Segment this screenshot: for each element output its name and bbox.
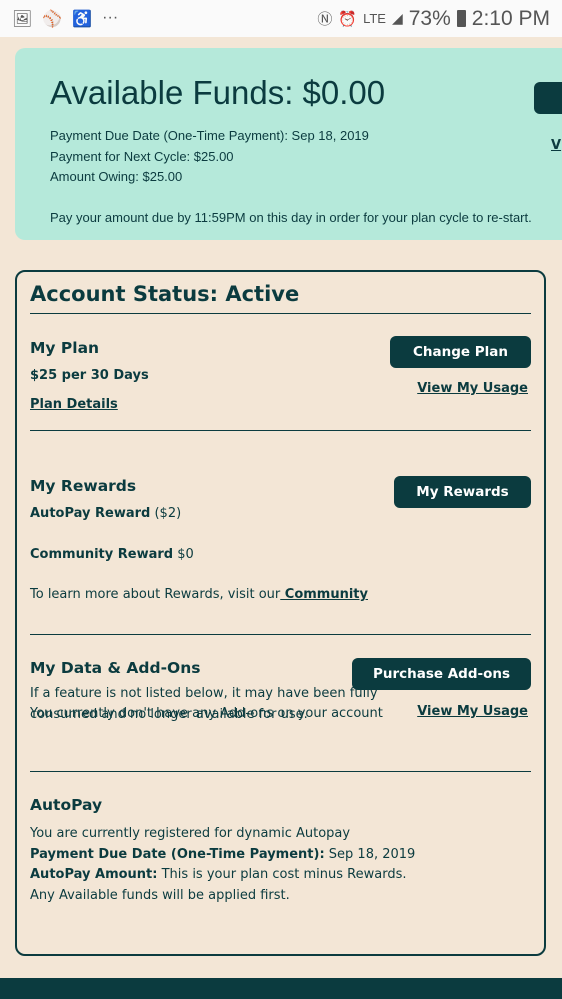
autopay-reward-label: AutoPay Reward <box>30 506 151 521</box>
autopay-section: AutoPay You are currently registered for… <box>30 772 531 906</box>
rewards-info-text: To learn more about Rewards, visit our <box>30 587 281 602</box>
autopay-funds-note: Any Available funds will be applied firs… <box>30 887 290 903</box>
community-reward-value: $0 <box>173 546 194 562</box>
rewards-section: My Rewards AutoPay Reward ($2) Community… <box>30 431 531 635</box>
ball-icon: ⚾ <box>42 10 63 28</box>
plan-details-link[interactable]: Plan Details <box>30 395 531 416</box>
amount-owing: Amount Owing: $25.00 <box>50 169 183 184</box>
my-rewards-button[interactable]: My Rewards <box>394 476 531 508</box>
clock: 2:10 PM <box>471 6 550 30</box>
change-plan-button[interactable]: Change Plan <box>390 336 531 368</box>
footer-bar <box>0 978 562 999</box>
payment-note: Pay your amount due by 11:59PM on this d… <box>50 209 532 225</box>
community-reward: Community Reward $0 <box>30 545 531 566</box>
more-icon: ··· <box>102 8 119 26</box>
funds-link[interactable]: V <box>551 138 561 153</box>
status-bar: 🖼 ⚾ ♿ ··· Ⓝ ⏰ LTE ◢ 73% 2:10 PM <box>0 0 562 37</box>
autopay-due-label: Payment Due Date (One-Time Payment): <box>30 846 325 862</box>
view-usage-link-addons[interactable]: View My Usage <box>417 704 528 719</box>
purchase-addons-button[interactable]: Purchase Add-ons <box>352 658 531 690</box>
account-status-card: Account Status: Active My Plan $25 per 3… <box>15 270 546 956</box>
battery-icon <box>456 10 466 27</box>
addons-section: My Data & Add-Ons If a feature is not li… <box>30 635 531 772</box>
community-reward-label: Community Reward <box>30 546 174 562</box>
signal-icon: ◢ <box>391 10 403 26</box>
funds-title: Available Funds: $0.00 <box>50 74 386 111</box>
due-date: Payment Due Date (One-Time Payment): Sep… <box>50 128 369 143</box>
pay-button[interactable] <box>534 82 562 114</box>
no-addons-text: You currently don't have any Add-ons on … <box>30 706 383 721</box>
autopay-due: Payment Due Date (One-Time Payment): Sep… <box>30 845 531 866</box>
alarm-icon: ⏰ <box>338 10 358 28</box>
autopay-amount-value: This is your plan cost minus Rewards. <box>157 867 407 882</box>
next-cycle: Payment for Next Cycle: $25.00 <box>50 148 234 164</box>
autopay-registered: You are currently registered for dynamic… <box>30 826 351 841</box>
accessibility-icon: ♿ <box>72 10 93 28</box>
autopay-amount: AutoPay Amount: This is your plan cost m… <box>30 865 531 886</box>
autopay-amount-label: AutoPay Amount: <box>30 867 158 882</box>
wifi-icon: LTE <box>363 11 386 26</box>
rewards-info: To learn more about Rewards, visit our C… <box>30 585 531 606</box>
view-usage-link[interactable]: View My Usage <box>417 381 528 396</box>
account-status-title: Account Status: Active <box>30 282 531 314</box>
autopay-heading: AutoPay <box>30 796 103 814</box>
battery-percent: 73% <box>408 6 451 30</box>
autopay-due-value: Sep 18, 2019 <box>324 846 416 862</box>
plan-section: My Plan $25 per 30 Days Plan Details Cha… <box>30 314 531 431</box>
nfc-icon: Ⓝ <box>317 11 333 28</box>
community-link[interactable]: Community <box>280 587 368 602</box>
funds-panel: Available Funds: $0.00 Payment Due Date … <box>15 48 562 240</box>
autopay-reward-value: ($2) <box>150 506 182 521</box>
gallery-icon: 🖼 <box>12 10 33 28</box>
